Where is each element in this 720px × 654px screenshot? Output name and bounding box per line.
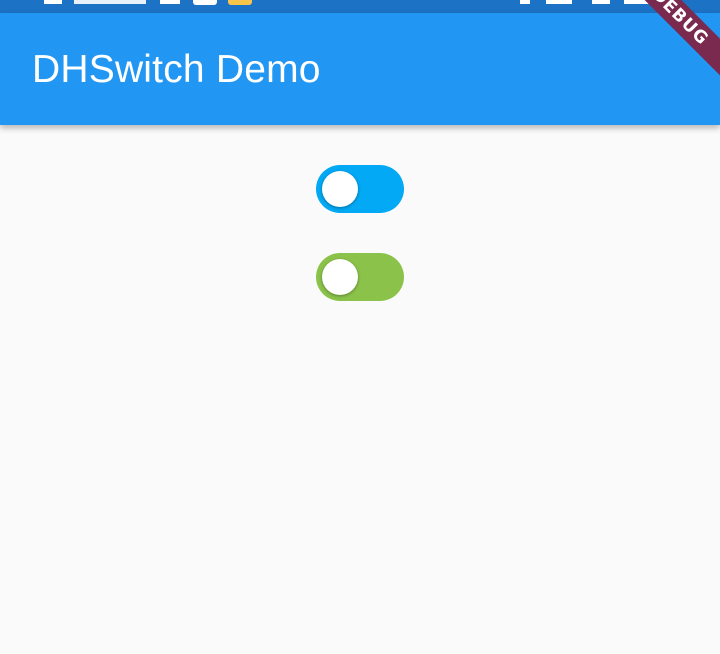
- debug-banner: DEBUG: [600, 0, 720, 120]
- blue-toggle-switch[interactable]: [316, 165, 404, 213]
- content-area: [0, 125, 720, 654]
- switch-thumb: [322, 259, 358, 295]
- signal-icon: [520, 0, 530, 4]
- notification-icon: [44, 0, 62, 4]
- debug-banner-label: DEBUG: [610, 0, 720, 87]
- switch-thumb: [322, 171, 358, 207]
- alarm-icon: [160, 0, 180, 4]
- status-clock: [74, 0, 146, 4]
- sim-icon: [546, 0, 572, 4]
- app-notification-icon-2: [228, 0, 252, 5]
- green-toggle-switch[interactable]: [316, 253, 404, 301]
- app-notification-icon: [193, 0, 217, 5]
- app-title: DHSwitch Demo: [32, 48, 321, 91]
